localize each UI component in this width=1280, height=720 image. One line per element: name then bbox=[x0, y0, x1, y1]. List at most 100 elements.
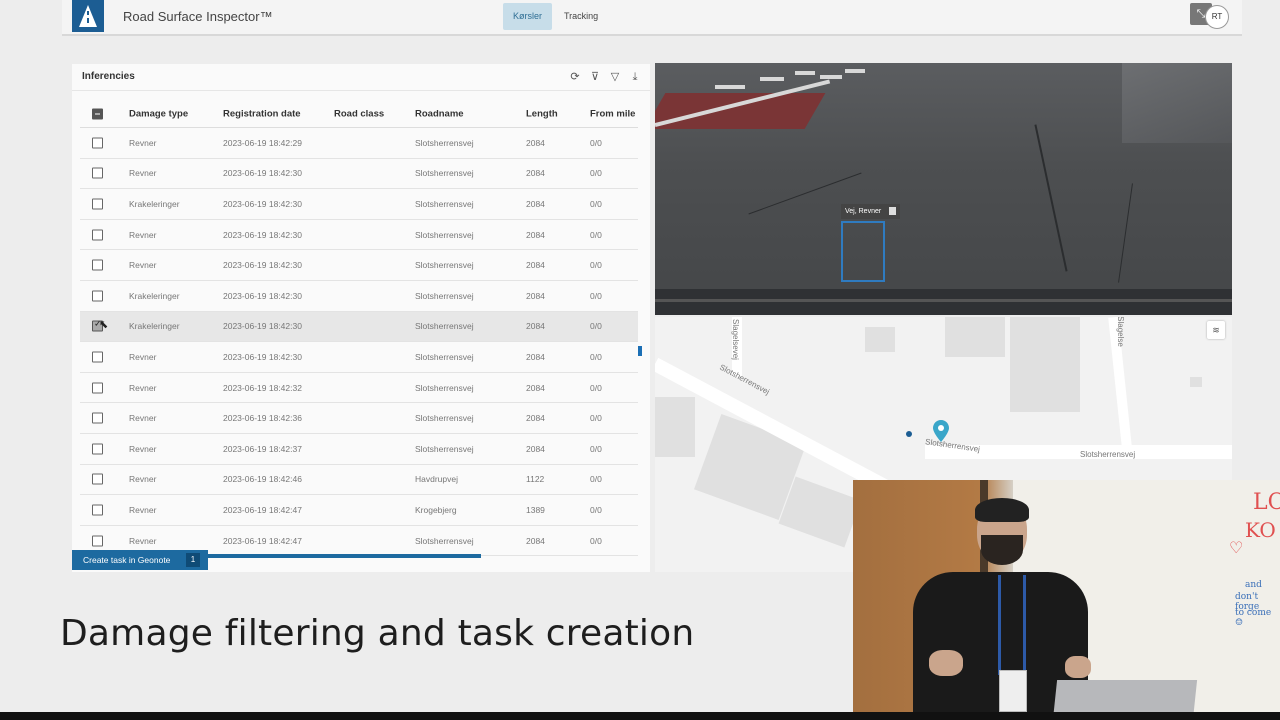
table-cell-from-mile: 0/0 bbox=[590, 413, 602, 424]
table-cell-from-mile: 0/0 bbox=[590, 535, 602, 546]
app-logo[interactable] bbox=[72, 0, 104, 32]
unchecked-checkbox[interactable] bbox=[92, 412, 103, 424]
row-checkbox[interactable] bbox=[92, 382, 103, 394]
column-header[interactable]: Damage type bbox=[129, 109, 188, 120]
app-title: Road Surface Inspector™ bbox=[123, 9, 273, 24]
row-checkbox[interactable] bbox=[92, 229, 103, 241]
row-checkbox[interactable] bbox=[92, 290, 103, 302]
clipboard-icon[interactable] bbox=[889, 207, 897, 216]
avatar[interactable]: RT bbox=[1205, 5, 1229, 29]
unchecked-checkbox[interactable] bbox=[92, 229, 103, 241]
progress-bar bbox=[208, 554, 481, 558]
filter-icon[interactable]: ▽ bbox=[608, 70, 622, 84]
table-cell-type: Krakeleringer bbox=[129, 290, 180, 301]
table-cell-date: 2023-06-19 18:42:47 bbox=[223, 535, 302, 546]
table-cell-date: 2023-06-19 18:42:37 bbox=[223, 443, 302, 454]
detection-box[interactable] bbox=[841, 221, 885, 282]
table-row[interactable]: Revner 2023-06-19 18:42:30 Slotsherrensvej… bbox=[80, 220, 638, 251]
row-checkbox[interactable] bbox=[92, 535, 103, 547]
table-cell-type: Revner bbox=[129, 535, 157, 546]
column-header[interactable]: Road class bbox=[334, 109, 384, 120]
road-label: Slagelse bbox=[1115, 317, 1125, 347]
lane-marking bbox=[795, 71, 815, 75]
table-row[interactable]: ⬉ Krakeleringer 2023-06-19 18:42:30 Slotshe… bbox=[80, 311, 638, 343]
unchecked-checkbox[interactable] bbox=[92, 473, 103, 485]
table-cell-road: Havdrupvej bbox=[415, 474, 458, 485]
table-cell-type: Revner bbox=[129, 137, 157, 148]
table-cell-date: 2023-06-19 18:42:36 bbox=[223, 413, 302, 424]
row-checkbox[interactable] bbox=[92, 443, 103, 455]
road-logo-icon bbox=[79, 5, 97, 27]
table-row[interactable]: Krakeleringer 2023-06-19 18:42:30 Slotsher… bbox=[80, 189, 638, 220]
table-row[interactable]: Revner 2023-06-19 18:42:30 Slotsherrensvej… bbox=[80, 159, 638, 190]
scrollbar[interactable] bbox=[638, 346, 642, 356]
location-pin-icon[interactable] bbox=[933, 420, 949, 442]
table-row[interactable]: Revner 2023-06-19 18:42:30 Slotsherrensvej… bbox=[80, 342, 638, 373]
select-all-checkbox[interactable] bbox=[92, 108, 103, 120]
table-row[interactable]: Revner 2023-06-19 18:42:32 Slotsherrensvej… bbox=[80, 373, 638, 404]
table-cell-date: 2023-06-19 18:42:30 bbox=[223, 290, 302, 301]
unchecked-checkbox[interactable] bbox=[92, 382, 103, 394]
table-cell-date: 2023-06-19 18:42:30 bbox=[223, 351, 302, 362]
table-cell-from-mile: 0/0 bbox=[590, 168, 602, 179]
table-row[interactable]: Revner 2023-06-19 18:42:46 Havdrupvej 1122 0… bbox=[80, 465, 638, 496]
crack bbox=[1118, 183, 1133, 283]
unchecked-checkbox[interactable] bbox=[92, 443, 103, 455]
column-header[interactable]: Registration date bbox=[223, 109, 301, 120]
table-cell-road: Slotsherrensvej bbox=[415, 229, 474, 240]
create-task-button[interactable]: Create task in Geonote 1 bbox=[72, 550, 208, 570]
detection-label: Vej, Revner bbox=[841, 204, 901, 219]
table-cell-road: Slotsherrensvej bbox=[415, 321, 474, 332]
tab-korsler[interactable]: Kørsler bbox=[503, 3, 552, 30]
layers-icon[interactable]: ≋ bbox=[1207, 321, 1225, 339]
lane-marking bbox=[715, 85, 745, 89]
unchecked-checkbox[interactable] bbox=[92, 259, 103, 271]
table-row[interactable]: Krakeleringer 2023-06-19 18:42:30 Slotsher… bbox=[80, 281, 638, 312]
table-cell-road: Slotsherrensvej bbox=[415, 198, 474, 209]
crack bbox=[1034, 124, 1068, 272]
table-cell-type: Revner bbox=[129, 229, 157, 240]
row-checkbox[interactable] bbox=[92, 259, 103, 271]
table-cell-road: Slotsherrensvej bbox=[415, 443, 474, 454]
table-row[interactable]: Revner 2023-06-19 18:42:29 Slotsherrensvej… bbox=[80, 128, 638, 159]
camera-view[interactable]: Vej, Revner bbox=[655, 63, 1232, 315]
unchecked-checkbox[interactable] bbox=[92, 351, 103, 363]
table-cell-from-mile: 0/0 bbox=[590, 290, 602, 301]
speaker-hand bbox=[929, 650, 963, 676]
lane-marking bbox=[845, 69, 865, 73]
table-cell-type: Krakeleringer bbox=[129, 321, 180, 332]
row-checkbox[interactable] bbox=[92, 137, 103, 149]
column-header[interactable]: Length bbox=[526, 109, 558, 120]
clear-filter-icon[interactable]: ⊽ bbox=[588, 70, 602, 84]
table-row[interactable]: Revner 2023-06-19 18:42:47 Krogebjerg 1389 0… bbox=[80, 495, 638, 526]
refresh-icon[interactable]: ⟳ bbox=[568, 70, 582, 84]
column-header[interactable]: Roadname bbox=[415, 109, 464, 120]
row-checkbox[interactable] bbox=[92, 198, 103, 210]
download-icon[interactable]: ⤓ bbox=[628, 70, 642, 84]
unchecked-checkbox[interactable] bbox=[92, 504, 103, 516]
selected-count-badge: 1 bbox=[186, 553, 200, 567]
table-cell-type: Revner bbox=[129, 443, 157, 454]
table-row[interactable]: Revner 2023-06-19 18:42:37 Slotsherrensvej… bbox=[80, 434, 638, 465]
lanyard bbox=[998, 575, 1026, 675]
lane-marking bbox=[820, 75, 842, 79]
create-task-label: Create task in Geonote bbox=[83, 555, 171, 565]
column-header[interactable]: From mile bbox=[590, 109, 635, 120]
row-checkbox[interactable] bbox=[92, 504, 103, 516]
table-row[interactable]: Revner 2023-06-19 18:42:36 Slotsherrensvej… bbox=[80, 403, 638, 434]
row-checkbox[interactable] bbox=[92, 412, 103, 424]
table-cell-type: Revner bbox=[129, 474, 157, 485]
table-cell-date: 2023-06-19 18:42:30 bbox=[223, 260, 302, 271]
row-checkbox[interactable] bbox=[92, 473, 103, 485]
row-checkbox[interactable] bbox=[92, 351, 103, 363]
table-row[interactable]: Revner 2023-06-19 18:42:30 Slotsherrensvej… bbox=[80, 250, 638, 281]
unchecked-checkbox[interactable] bbox=[92, 290, 103, 302]
row-checkbox[interactable] bbox=[92, 167, 103, 179]
unchecked-checkbox[interactable] bbox=[92, 137, 103, 149]
inferences-panel: Inferencies ⟳ ⊽ ▽ ⤓ Damage type Registra… bbox=[72, 64, 650, 572]
unchecked-checkbox[interactable] bbox=[92, 167, 103, 179]
unchecked-checkbox[interactable] bbox=[92, 535, 103, 547]
unchecked-checkbox[interactable] bbox=[92, 198, 103, 210]
tab-tracking[interactable]: Tracking bbox=[554, 3, 608, 30]
table-cell-from-mile: 0/0 bbox=[590, 474, 602, 485]
